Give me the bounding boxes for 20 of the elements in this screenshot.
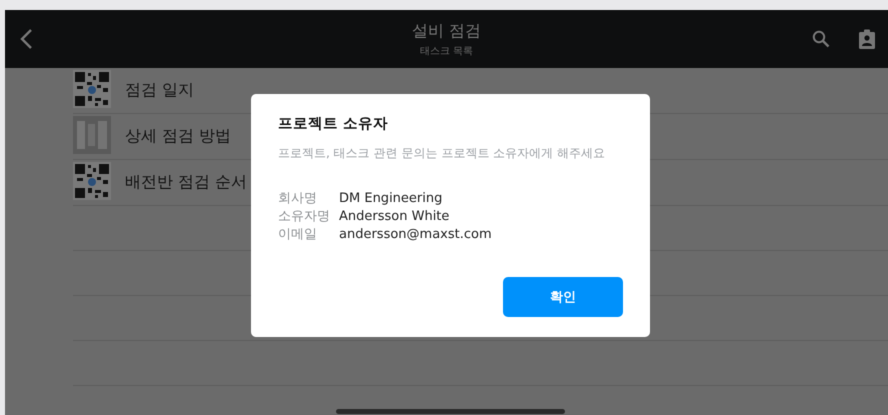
field-value: andersson@maxst.com: [339, 226, 493, 244]
field-label: 이메일: [278, 226, 318, 244]
search-icon[interactable]: [812, 30, 830, 48]
confirm-button[interactable]: 확인: [503, 277, 623, 317]
qr-code-icon: [73, 162, 111, 200]
field-label: 회사명: [278, 190, 318, 208]
dialog-message: 프로젝트, 태스크 관련 문의는 프로젝트 소유자에게 해주세요: [278, 145, 606, 162]
clipboard-person-icon[interactable]: [858, 29, 876, 49]
task-title[interactable]: 상세 점검 방법: [125, 126, 232, 147]
field-value: DM Engineering: [339, 190, 444, 208]
header-title: 설비 점검: [412, 20, 482, 42]
header-subtitle: 태스크 목록: [420, 44, 474, 58]
task-title[interactable]: 배전반 점검 순서: [125, 172, 248, 193]
field-label: 소유자명: [278, 208, 331, 226]
field-value: Andersson White: [339, 208, 450, 226]
task-title[interactable]: 점검 일지: [125, 80, 194, 101]
photo-placeholder: [73, 116, 111, 154]
back-icon[interactable]: [19, 28, 33, 50]
dialog-title: 프로젝트 소유자: [278, 115, 390, 133]
qr-code-icon: [73, 70, 111, 108]
